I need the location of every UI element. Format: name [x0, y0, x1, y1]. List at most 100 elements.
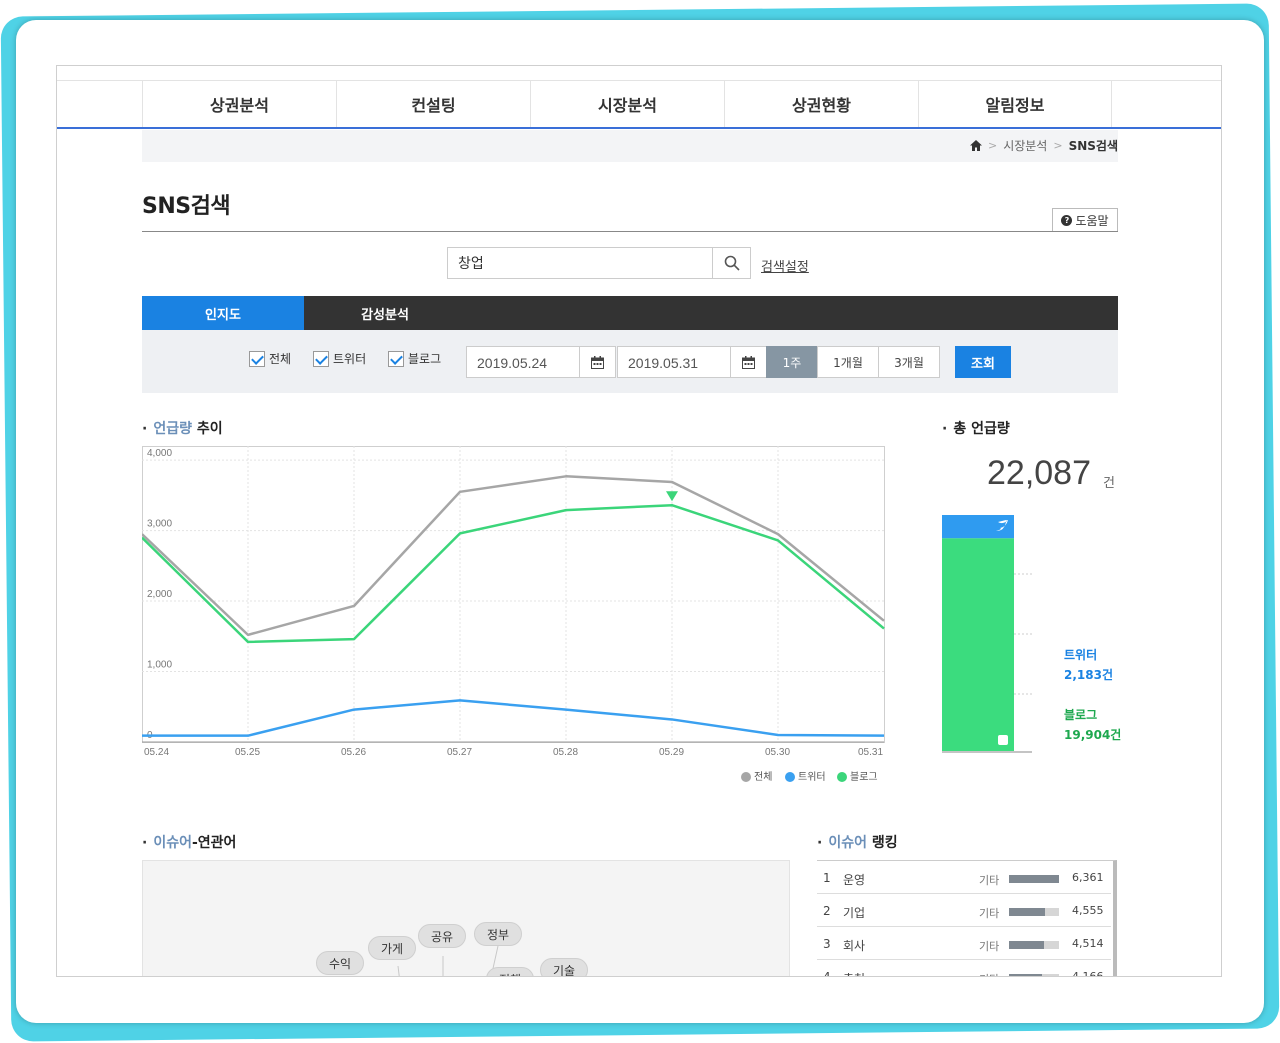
- related-word-bubble[interactable]: 가게: [368, 936, 417, 960]
- rank-bar-fill: [1009, 974, 1042, 976]
- rank-word: 기업: [843, 906, 866, 920]
- search-button[interactable]: [712, 248, 750, 278]
- search-box: [447, 247, 751, 279]
- twitter-bar-segment: [942, 515, 1014, 539]
- query-button[interactable]: 조회: [955, 346, 1011, 378]
- browser-frame: 상권분석 컨설팅 시장분석 상권현황 알림정보 > 시장분석 > SNS검색 S…: [56, 65, 1222, 977]
- total-mentions-unit: 건: [1103, 476, 1115, 491]
- rank-bar-fill: [1009, 875, 1059, 883]
- related-word-bubble[interactable]: 정부: [474, 922, 523, 946]
- checkbox-label: 블로그: [408, 352, 442, 366]
- tab-sentiment[interactable]: 감성분석: [304, 296, 466, 330]
- legend-marker: [785, 772, 795, 782]
- search-icon: [724, 255, 740, 271]
- ranking-row[interactable]: 2 기업 기타 4,555: [817, 894, 1111, 927]
- blog-bar-segment: [942, 538, 1014, 751]
- breadcrumb-item-current: SNS검색: [1068, 139, 1118, 153]
- date-from-field[interactable]: 2019.05.24: [466, 346, 616, 378]
- x-tick-label: 05.25: [235, 747, 260, 758]
- y-tick-label: 2,000: [147, 589, 172, 600]
- rank-word: 추천: [843, 970, 865, 976]
- calendar-icon[interactable]: [730, 347, 766, 377]
- rank-count: 4,555: [1072, 904, 1104, 917]
- breadcrumb-item-market[interactable]: 시장분석: [1003, 137, 1047, 154]
- total-mentions-bar: [942, 515, 1032, 753]
- related-word-bubble[interactable]: 기술: [540, 958, 589, 976]
- issue-title-rest: -연관어: [191, 835, 237, 851]
- mention-trend-chart: 01,0002,0003,0004,00005.24 05.25 05.26 05.2…: [142, 446, 885, 783]
- help-button[interactable]: ? 도움말: [1052, 208, 1118, 232]
- checkbox-icon: [313, 350, 329, 367]
- rank-category: 기타: [979, 907, 1000, 920]
- nav-item-consulting[interactable]: 컨설팅: [336, 81, 530, 127]
- main-nav: 상권분석 컨설팅 시장분석 상권현황 알림정보: [57, 81, 1221, 129]
- tab-awareness[interactable]: 인지도: [142, 296, 304, 330]
- checkbox-twitter[interactable]: 트위터: [313, 350, 366, 367]
- y-tick-label: 3,000: [147, 519, 172, 530]
- ranking-row[interactable]: 3 회사 기타 4,514: [817, 927, 1111, 960]
- rank-bar-track: [1009, 974, 1059, 976]
- checkbox-icon: [388, 350, 404, 367]
- rank-bar-fill: [1009, 908, 1045, 916]
- legend-marker: [837, 772, 847, 782]
- twitter-legend-label: 트위터: [1064, 648, 1098, 662]
- rank-bar-track: [1009, 941, 1059, 949]
- screenshot-card: 상권분석 컨설팅 시장분석 상권현황 알림정보 > 시장분석 > SNS검색 S…: [16, 20, 1264, 1023]
- nav-item-trade-area[interactable]: 상권분석: [142, 81, 336, 127]
- rank-category: 기타: [979, 874, 1000, 887]
- rank-number: 4: [823, 970, 831, 977]
- search-settings-link[interactable]: 검색설정: [761, 256, 809, 275]
- tab-bar: 인지도 감성분석: [142, 296, 1118, 330]
- rank-number: 2: [823, 904, 831, 918]
- nav-item-trade-status[interactable]: 상권현황: [724, 81, 918, 127]
- legend-label: 트위터: [798, 770, 826, 783]
- trend-title: · 언급량 추이: [142, 421, 223, 437]
- ranking-title-highlight: 이슈어: [828, 835, 867, 851]
- checkbox-all[interactable]: 전체: [249, 350, 291, 367]
- twitter-legend-value: 2,183건: [1064, 668, 1113, 682]
- related-word-bubble[interactable]: 수익: [316, 951, 365, 975]
- period-3-months[interactable]: 3개월: [878, 346, 940, 378]
- nav-item-market-analysis[interactable]: 시장분석: [530, 81, 724, 127]
- trend-title-highlight: 언급량: [153, 421, 192, 437]
- date-to-field[interactable]: 2019.05.31: [617, 346, 767, 378]
- home-icon[interactable]: [969, 140, 982, 151]
- blog-legend-label: 블로그: [1064, 708, 1098, 722]
- rank-number: 3: [823, 937, 831, 951]
- x-tick-label: 05.29: [659, 747, 684, 758]
- rank-word: 운영: [843, 873, 866, 887]
- total-mentions-value: 22,087: [987, 454, 1091, 492]
- related-word-bubble[interactable]: 정책: [486, 967, 535, 976]
- filter-bar: 전체 트위터 블로그 2019.05.24 ~ 2019.05.31 1주 1개…: [142, 330, 1118, 393]
- rank-word: 회사: [843, 939, 866, 953]
- rank-count: 6,361: [1072, 871, 1104, 884]
- rank-bar-track: [1009, 875, 1059, 883]
- breadcrumb-separator: >: [1053, 139, 1063, 152]
- search-input[interactable]: [448, 248, 713, 278]
- checkbox-label: 트위터: [333, 352, 367, 366]
- period-1-month[interactable]: 1개월: [817, 346, 879, 378]
- page-title: SNS검색: [142, 194, 231, 219]
- date-to-value: 2019.05.31: [628, 355, 699, 371]
- legend-marker: [741, 772, 751, 782]
- blog-icon: [998, 735, 1008, 745]
- rank-bar-track: [1009, 908, 1059, 916]
- breadcrumb-separator: >: [987, 139, 998, 152]
- x-tick-label: 05.28: [553, 747, 578, 758]
- rank-bar-fill: [1009, 941, 1045, 949]
- blog-legend-value: 19,904건: [1064, 728, 1122, 742]
- issue-title-highlight: 이슈어: [153, 835, 192, 851]
- x-tick-label: 05.31: [858, 747, 883, 758]
- rank-count: 4,166: [1072, 970, 1104, 977]
- calendar-icon[interactable]: [579, 347, 615, 377]
- period-1-week[interactable]: 1주: [766, 346, 818, 378]
- related-word-bubble[interactable]: 공유: [418, 924, 467, 948]
- total-title: · 총 언급량: [942, 421, 1010, 437]
- checkbox-blog[interactable]: 블로그: [388, 350, 441, 367]
- related-words-graph: 수익 가게 공유 정부 기술 정책: [142, 860, 790, 976]
- ranking-row[interactable]: 4 추천 기타 4,166: [817, 960, 1111, 977]
- y-tick-label: 1,000: [147, 660, 172, 671]
- ranking-row[interactable]: 1 운영 기타 6,361: [817, 861, 1111, 894]
- rank-count: 4,514: [1072, 937, 1104, 950]
- nav-item-notices[interactable]: 알림정보: [918, 81, 1112, 127]
